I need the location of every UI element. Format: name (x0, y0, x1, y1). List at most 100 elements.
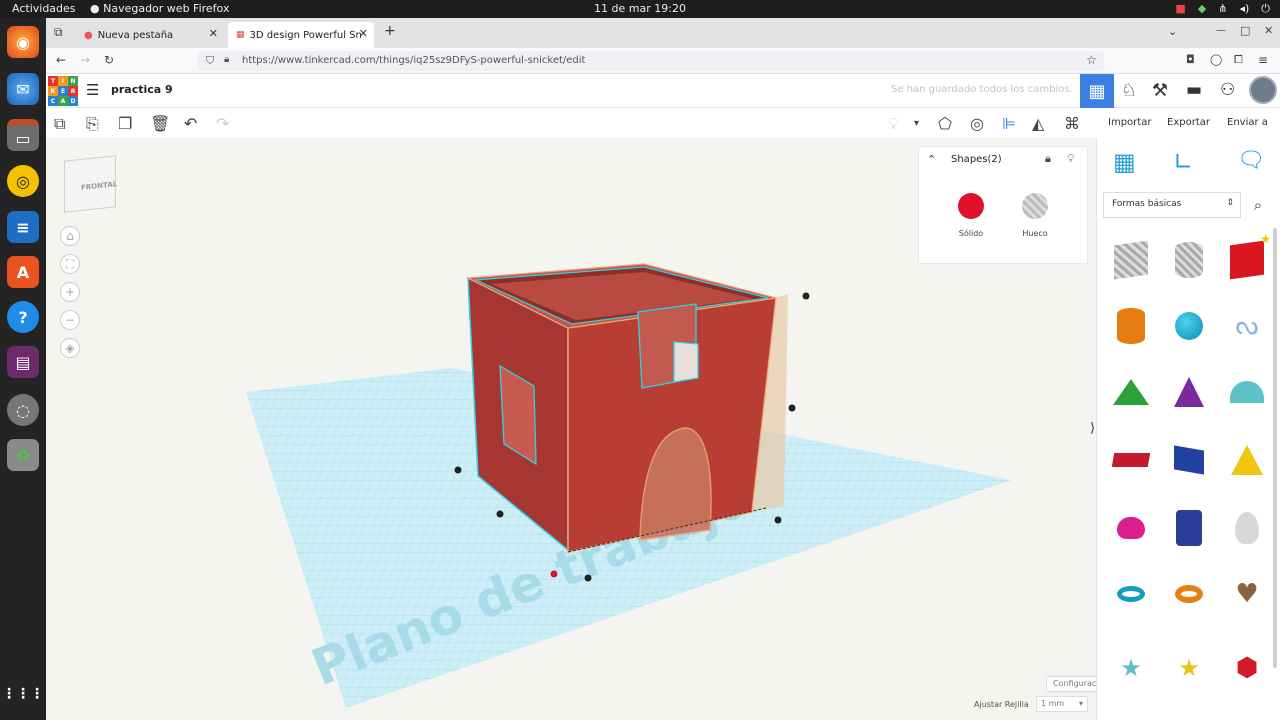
delete-icon[interactable]: 🗑︎ (150, 114, 170, 133)
resize-handle[interactable] (788, 404, 796, 412)
clock[interactable]: 11 de mar 19:20 (0, 2, 1280, 15)
firefox-icon[interactable]: ◉ (7, 26, 39, 58)
library-search-button[interactable]: ⌕ (1245, 192, 1271, 218)
trash-icon[interactable]: ♻ (7, 439, 39, 471)
add-user-icon[interactable]: ⚇ (1220, 80, 1235, 100)
sphere-shape[interactable] (1163, 296, 1215, 356)
maximize-button[interactable]: □ (1240, 24, 1250, 37)
close-icon[interactable]: ✕ (209, 27, 218, 40)
home-view-button[interactable]: ⌂ (60, 226, 80, 246)
pocket-icon[interactable]: ◘ (1186, 53, 1195, 66)
view-3d-button[interactable]: ▦ (1080, 74, 1114, 108)
half-sphere-shape[interactable] (1105, 498, 1157, 558)
duplicate-icon[interactable]: ❐ (118, 114, 132, 133)
gem-shape[interactable]: ⬢ (1221, 638, 1273, 698)
account-icon[interactable]: ◯ (1210, 53, 1222, 66)
design-name[interactable]: practica 9 (111, 83, 173, 96)
tab-new-tab[interactable]: ● Nueva pestaña ✕ (76, 22, 224, 48)
resize-handle[interactable] (802, 292, 810, 300)
hexagonal-prism-shape[interactable] (1163, 498, 1215, 558)
video-editor-icon[interactable]: ▤ (7, 346, 39, 378)
new-tab-button[interactable]: + (384, 23, 396, 39)
menu-icon[interactable]: ≡ (1258, 53, 1268, 67)
paraboloid-shape[interactable] (1221, 498, 1273, 558)
cone-shape[interactable] (1163, 362, 1215, 422)
blocks-icon[interactable]: ♘ (1121, 80, 1137, 101)
bookmark-star-icon[interactable]: ☆ (1086, 53, 1097, 67)
text-shape[interactable] (1105, 430, 1157, 490)
forward-icon[interactable]: → (80, 53, 90, 67)
cruise-icon[interactable]: ⌘ (1064, 114, 1080, 133)
thunderbird-icon[interactable]: ✉ (7, 73, 39, 105)
light-bulb-icon[interactable]: 💡︎ (1067, 152, 1075, 166)
torus-shape[interactable] (1105, 564, 1157, 624)
round-roof-shape[interactable] (1221, 362, 1273, 422)
export-button[interactable]: Exportar (1167, 117, 1210, 128)
panel-toggle-icon[interactable]: ⟩ (1090, 421, 1095, 436)
tab-tinkercad[interactable]: ▦ 3D design Powerful Snicket ✕ (228, 22, 374, 48)
reload-icon[interactable]: ↻ (104, 53, 114, 67)
lock-icon[interactable]: 🔒︎ (1045, 152, 1051, 166)
resize-handle[interactable] (774, 516, 782, 524)
help-icon[interactable]: ? (7, 301, 39, 333)
fit-view-button[interactable]: ⛶ (60, 254, 80, 274)
close-icon[interactable]: ✕ (359, 27, 368, 40)
design-list-icon[interactable]: ☰ (86, 81, 99, 99)
resize-handle[interactable] (496, 510, 504, 518)
box-hole-shape[interactable] (1105, 230, 1157, 290)
star-yellow-shape[interactable]: ★ (1163, 638, 1215, 698)
resize-handle[interactable] (454, 466, 462, 474)
copy-icon[interactable]: ⧉ (54, 114, 65, 134)
tube-shape[interactable] (1163, 564, 1215, 624)
send-to-button[interactable]: Enviar a (1227, 117, 1268, 128)
notes-icon[interactable]: 🗨︎ (1237, 148, 1265, 173)
url-bar[interactable]: ⛉ 🔒︎ https://www.tinkercad.com/things/iq… (198, 51, 1104, 71)
view-cube[interactable]: FRONTAL (64, 155, 117, 213)
snap-grid-select[interactable]: 1 mm ▾ (1036, 696, 1088, 712)
box-shape[interactable]: ★ (1221, 230, 1273, 290)
chevron-up-icon[interactable]: ⌃ (927, 153, 936, 166)
minimize-button[interactable]: — (1216, 25, 1226, 36)
zoom-out-button[interactable]: − (60, 310, 80, 330)
roof-shape[interactable] (1105, 362, 1157, 422)
disc-icon[interactable]: ◌ (7, 394, 39, 426)
resize-handle[interactable] (584, 574, 592, 582)
back-icon[interactable]: ← (56, 53, 66, 67)
cylinder-hole-shape[interactable] (1163, 230, 1215, 290)
workplane-icon[interactable]: ▦ (1113, 148, 1136, 176)
perspective-button[interactable]: ◈ (60, 338, 80, 358)
sim-lab-icon[interactable]: ▬ (1186, 80, 1202, 100)
show-apps-icon[interactable]: ⋮⋮⋮ (2, 678, 44, 710)
zoom-in-button[interactable]: + (60, 282, 80, 302)
hole-option[interactable]: Hueco (1013, 193, 1057, 238)
extensions-icon[interactable]: ⧠ (1234, 53, 1243, 67)
group-icon[interactable]: ⬠ (938, 114, 952, 133)
chevron-down-icon[interactable]: ▾ (914, 118, 919, 129)
rhythmbox-icon[interactable]: ◎ (7, 165, 39, 197)
settings-button[interactable]: Configuración (1046, 676, 1096, 692)
files-icon[interactable]: ▭ (7, 119, 39, 151)
app-center-icon[interactable]: A (7, 256, 39, 288)
system-tray[interactable]: ■ ◆ ⋔ ◂) ⏻ (1175, 2, 1270, 16)
window-close-button[interactable]: ✕ (1264, 24, 1273, 37)
avatar[interactable] (1249, 76, 1277, 104)
paste-icon[interactable]: ⎘ (86, 114, 99, 134)
pyramid-shape[interactable] (1221, 430, 1273, 490)
polygon-shape[interactable] (1163, 430, 1215, 490)
ruler-icon[interactable]: ∟ (1173, 148, 1193, 176)
note-icon[interactable]: 💡︎ (888, 114, 899, 134)
cylinder-shape[interactable] (1105, 296, 1157, 356)
panel-scrollbar[interactable] (1273, 228, 1277, 668)
bricks-icon[interactable]: ⚒ (1152, 80, 1168, 101)
mirror-icon[interactable]: ◭ (1032, 114, 1044, 133)
solid-option[interactable]: Sólido (949, 193, 993, 238)
chevron-down-icon[interactable]: ⌄ (1168, 25, 1177, 38)
resize-handle-active[interactable] (550, 570, 558, 578)
writer-icon[interactable]: ≡ (7, 211, 39, 243)
tinkercad-logo[interactable]: T I N K E R C A D (48, 76, 78, 106)
scribble-shape[interactable]: ᔓ (1221, 296, 1273, 356)
ungroup-icon[interactable]: ◎ (970, 114, 984, 133)
star-shape[interactable]: ★ (1105, 638, 1157, 698)
redo-icon[interactable]: ↷ (216, 114, 229, 133)
library-select[interactable]: Formas básicas ⇕ (1103, 192, 1241, 218)
